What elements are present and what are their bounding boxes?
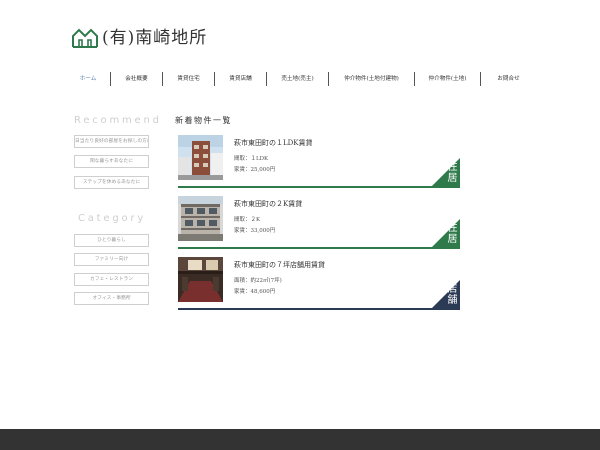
- store-interior-photo-icon: [178, 257, 223, 302]
- building-photo-icon: [178, 135, 223, 180]
- listing-photo[interactable]: [178, 257, 223, 302]
- listing-tag-text: 店舗: [447, 284, 458, 306]
- nav-item-rental-housing[interactable]: 賃貸住宅: [162, 72, 214, 86]
- listing-tag-text: 住居: [447, 223, 458, 245]
- listing-tag-residence: 住居: [430, 158, 460, 188]
- listing-divider: [178, 186, 460, 188]
- apartment-photo-icon: [178, 196, 223, 241]
- site-name: (有)南崎地所: [102, 28, 208, 48]
- recommend-link-quiet[interactable]: 閑な暮らすあなたに: [74, 155, 149, 168]
- listing-layout: 間取：１LDK: [234, 156, 269, 162]
- nav-item-brokered-land-building[interactable]: 仲介物件(土地付建物): [328, 72, 414, 86]
- nav-item-brokered-land[interactable]: 仲介物件(土地): [414, 72, 480, 86]
- listing-card[interactable]: 萩市東田町の１LDK賃貸 間取：１LDK 家賃：25,000円 住居: [178, 135, 460, 188]
- recommend-heading: Recommend: [74, 115, 162, 126]
- listing-divider: [178, 247, 460, 249]
- listing-title[interactable]: 萩市東田町の１LDK賃貸: [234, 138, 313, 148]
- nav-item-land-sale[interactable]: 売土地(売主): [266, 72, 328, 86]
- page-footer: [0, 429, 600, 450]
- category-link-single[interactable]: ひとり暮らし: [74, 234, 149, 247]
- category-link-family[interactable]: ファミリー向け: [74, 253, 149, 266]
- recommend-link-sunny[interactable]: 日当たり良好の部屋をお探しの方に: [74, 135, 149, 148]
- nav-item-home[interactable]: ホーム: [66, 72, 110, 86]
- section-title-new-listings: 新着物件一覧: [175, 116, 232, 125]
- house-logo-icon: [72, 28, 98, 48]
- listing-title[interactable]: 萩市東田町の７坪店舗用賃貸: [234, 260, 325, 270]
- listing-layout: 間取：２K: [234, 217, 261, 223]
- recommend-link-rest[interactable]: ステップを休めるあなたに: [74, 176, 149, 189]
- listing-tag-store: 店舗: [430, 280, 460, 310]
- nav-item-contact[interactable]: お問合せ: [480, 72, 536, 86]
- category-link-cafe[interactable]: カフェ・レストラン: [74, 273, 149, 286]
- listing-rent: 家賃：33,000円: [234, 228, 276, 234]
- category-heading: Category: [77, 213, 147, 224]
- listing-rent: 家賃：48,600円: [234, 289, 276, 295]
- listing-card[interactable]: 萩市東田町の７坪店舗用賃貸 面積：約22㎡(7坪) 家賃：48,600円 店舗: [178, 257, 460, 310]
- listing-card[interactable]: 萩市東田町の２K賃貸 間取：２K 家賃：33,000円 住居: [178, 196, 460, 249]
- nav-item-company[interactable]: 会社概要: [110, 72, 162, 86]
- category-link-office[interactable]: オフィス・事務所: [74, 292, 149, 305]
- site-logo[interactable]: (有)南崎地所: [72, 26, 207, 50]
- listing-area: 面積：約22㎡(7坪): [234, 278, 282, 284]
- listing-divider: [178, 308, 460, 310]
- listing-title[interactable]: 萩市東田町の２K賃貸: [234, 199, 302, 209]
- listing-tag-residence: 住居: [430, 219, 460, 249]
- listing-tag-text: 住居: [447, 162, 458, 184]
- global-nav: ホーム 会社概要 賃貸住宅 賃貸店舗 売土地(売主) 仲介物件(土地付建物) 仲…: [66, 72, 536, 86]
- listing-photo[interactable]: [178, 135, 223, 180]
- listing-rent: 家賃：25,000円: [234, 167, 276, 173]
- listing-photo[interactable]: [178, 196, 223, 241]
- nav-item-rental-store[interactable]: 賃貸店舗: [214, 72, 266, 86]
